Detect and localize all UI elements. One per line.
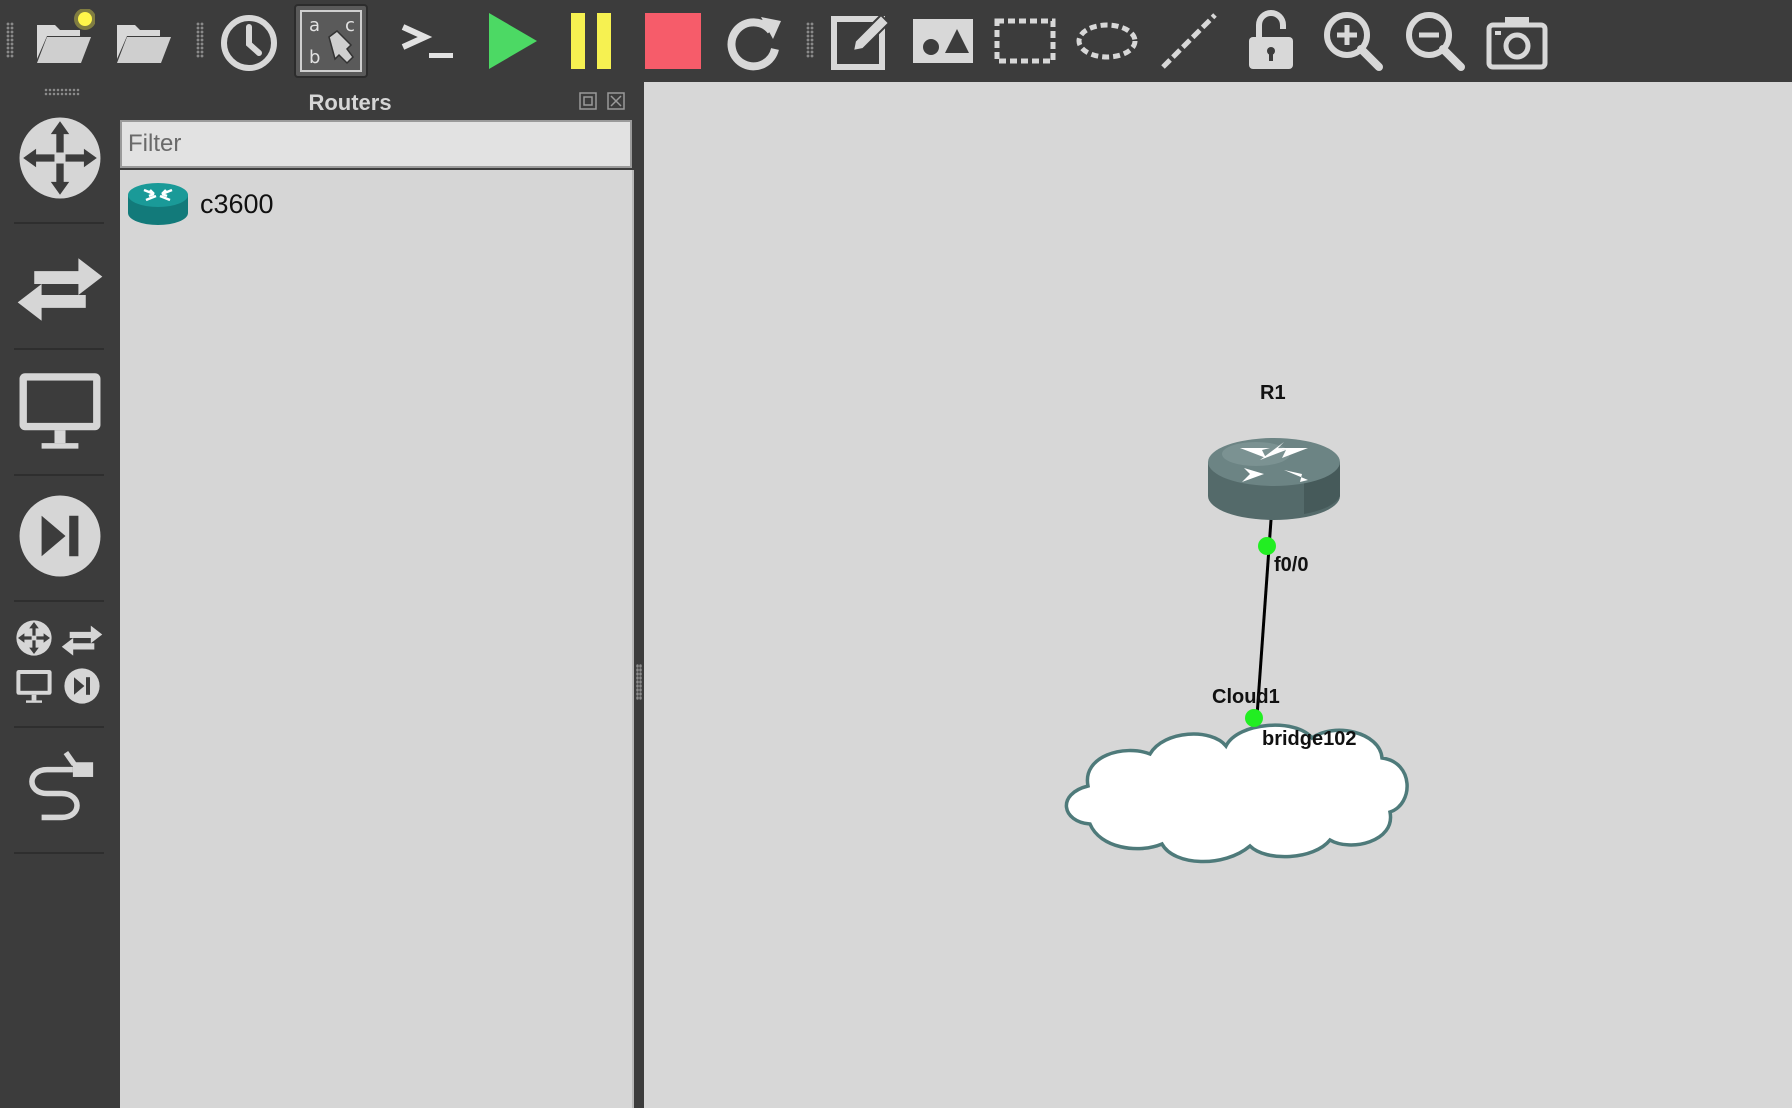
play-icon xyxy=(489,13,537,69)
start-all-button[interactable] xyxy=(474,4,548,78)
lock-items-button[interactable] xyxy=(1234,4,1308,78)
node-label-r1[interactable]: R1 xyxy=(1260,382,1286,405)
zoom-in-button[interactable] xyxy=(1316,4,1390,78)
svg-text:c: c xyxy=(345,15,355,36)
switches-category-button[interactable] xyxy=(10,234,110,334)
separator xyxy=(14,348,104,350)
filter-input[interactable] xyxy=(120,120,632,168)
switch-arrows-icon xyxy=(61,625,103,656)
monitor-icon xyxy=(16,670,52,703)
port-f0-0-status xyxy=(1258,537,1276,555)
panel-title: Routers xyxy=(308,90,392,115)
add-note-button[interactable] xyxy=(824,4,898,78)
rectangle-icon xyxy=(994,18,1056,64)
cable-icon xyxy=(29,750,94,821)
ellipse-icon xyxy=(1076,22,1138,60)
line-icon xyxy=(1161,13,1217,69)
picture-icon xyxy=(913,19,973,63)
show-interface-labels-button[interactable]: a c b xyxy=(294,4,368,78)
clock-icon xyxy=(221,15,277,71)
terminal-icon xyxy=(401,24,453,58)
zoom-in-icon xyxy=(1324,12,1383,71)
draw-rectangle-button[interactable] xyxy=(988,4,1062,78)
monitor-icon xyxy=(19,373,101,449)
skip-icon xyxy=(64,668,100,704)
all-devices-end-devices-mini[interactable] xyxy=(12,664,56,708)
zoom-out-icon xyxy=(1406,12,1465,71)
r1-node[interactable] xyxy=(1208,438,1340,520)
zoom-out-button[interactable] xyxy=(1398,4,1472,78)
svg-text:a: a xyxy=(309,15,320,36)
router-arrows-icon xyxy=(19,117,101,199)
toolbar-grip[interactable] xyxy=(196,22,204,58)
all-devices-routers-mini[interactable] xyxy=(12,616,56,660)
router-icon xyxy=(128,183,188,225)
device-category-bar xyxy=(0,82,120,1108)
open-project-button[interactable] xyxy=(106,4,180,78)
edit-note-icon xyxy=(831,13,891,70)
all-devices-security-mini[interactable] xyxy=(60,664,104,708)
stop-all-button[interactable] xyxy=(636,4,710,78)
panel-splitter[interactable] xyxy=(634,82,644,1108)
draw-line-button[interactable] xyxy=(1152,4,1226,78)
routers-category-button[interactable] xyxy=(10,108,110,208)
folder-open-new-icon xyxy=(37,9,95,63)
port-label-f0-0[interactable]: f0/0 xyxy=(1274,554,1308,577)
list-item[interactable]: c3600 xyxy=(126,178,616,230)
float-panel-icon[interactable] xyxy=(578,91,598,111)
separator xyxy=(14,600,104,602)
device-list: c3600 xyxy=(120,170,634,1108)
unlock-icon xyxy=(1249,10,1293,69)
switch-arrows-icon xyxy=(17,258,103,321)
new-project-button[interactable] xyxy=(26,4,100,78)
snapshot-button[interactable] xyxy=(212,4,286,78)
reload-icon xyxy=(727,17,781,71)
port-label-bridge102[interactable]: bridge102 xyxy=(1262,728,1356,751)
pause-icon xyxy=(571,13,611,69)
port-bridge102-status xyxy=(1245,709,1263,727)
screenshot-button[interactable] xyxy=(1480,4,1554,78)
all-devices-switches-mini[interactable] xyxy=(60,616,104,660)
close-panel-icon[interactable] xyxy=(606,91,626,111)
separator xyxy=(14,474,104,476)
toolbar-grip[interactable] xyxy=(806,22,814,58)
splitter-grip[interactable] xyxy=(636,664,642,700)
router-arrows-icon xyxy=(16,620,52,656)
devbar-grip[interactable] xyxy=(44,88,80,96)
insert-picture-button[interactable] xyxy=(906,4,980,78)
separator xyxy=(14,222,104,224)
separator xyxy=(14,852,104,854)
device-panel: Routers c3600 xyxy=(120,82,634,1108)
draw-ellipse-button[interactable] xyxy=(1070,4,1144,78)
console-all-button[interactable] xyxy=(390,4,464,78)
reload-all-button[interactable] xyxy=(716,4,790,78)
topology-canvas[interactable]: R1 f0/0 Cloud1 bridge102 xyxy=(644,82,1792,1108)
abc-label-icon: a c b xyxy=(300,10,362,72)
end-devices-category-button[interactable] xyxy=(10,360,110,460)
security-devices-category-button[interactable] xyxy=(10,486,110,586)
node-label-cloud1[interactable]: Cloud1 xyxy=(1212,686,1280,709)
skip-icon xyxy=(19,495,101,577)
topology-drawing xyxy=(1064,438,1409,864)
suspend-all-button[interactable] xyxy=(554,4,628,78)
svg-text:b: b xyxy=(309,47,320,68)
toolbar-grip[interactable] xyxy=(6,22,14,58)
stop-icon xyxy=(645,13,701,69)
separator xyxy=(14,726,104,728)
camera-icon xyxy=(1486,17,1548,70)
folder-open-icon xyxy=(117,25,171,63)
main-toolbar: a c b xyxy=(0,0,1792,82)
add-link-button[interactable] xyxy=(10,738,110,838)
list-item-label: c3600 xyxy=(200,188,274,219)
